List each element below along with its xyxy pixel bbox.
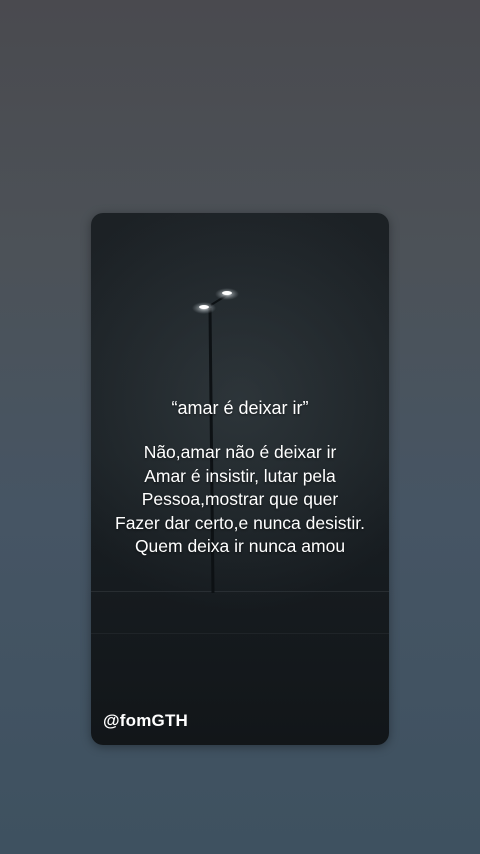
quote-line: Fazer dar certo,e nunca desistir. xyxy=(115,512,365,533)
quote-card: “amar é deixar ir” Não,amar não é deixar… xyxy=(91,213,389,745)
author-handle[interactable]: @fomGTH xyxy=(103,711,188,731)
quote-text-block: “amar é deixar ir” Não,amar não é deixar… xyxy=(91,396,389,559)
quote-line: Amar é insistir, lutar pela xyxy=(144,465,336,486)
quote-line: Pessoa,mostrar que quer xyxy=(141,489,339,509)
quote-line: Quem deixa ir nunca amou xyxy=(134,536,346,556)
quote-title: “amar é deixar ir” xyxy=(171,398,309,418)
quote-line: Não,amar não é deixar ir xyxy=(143,442,337,462)
